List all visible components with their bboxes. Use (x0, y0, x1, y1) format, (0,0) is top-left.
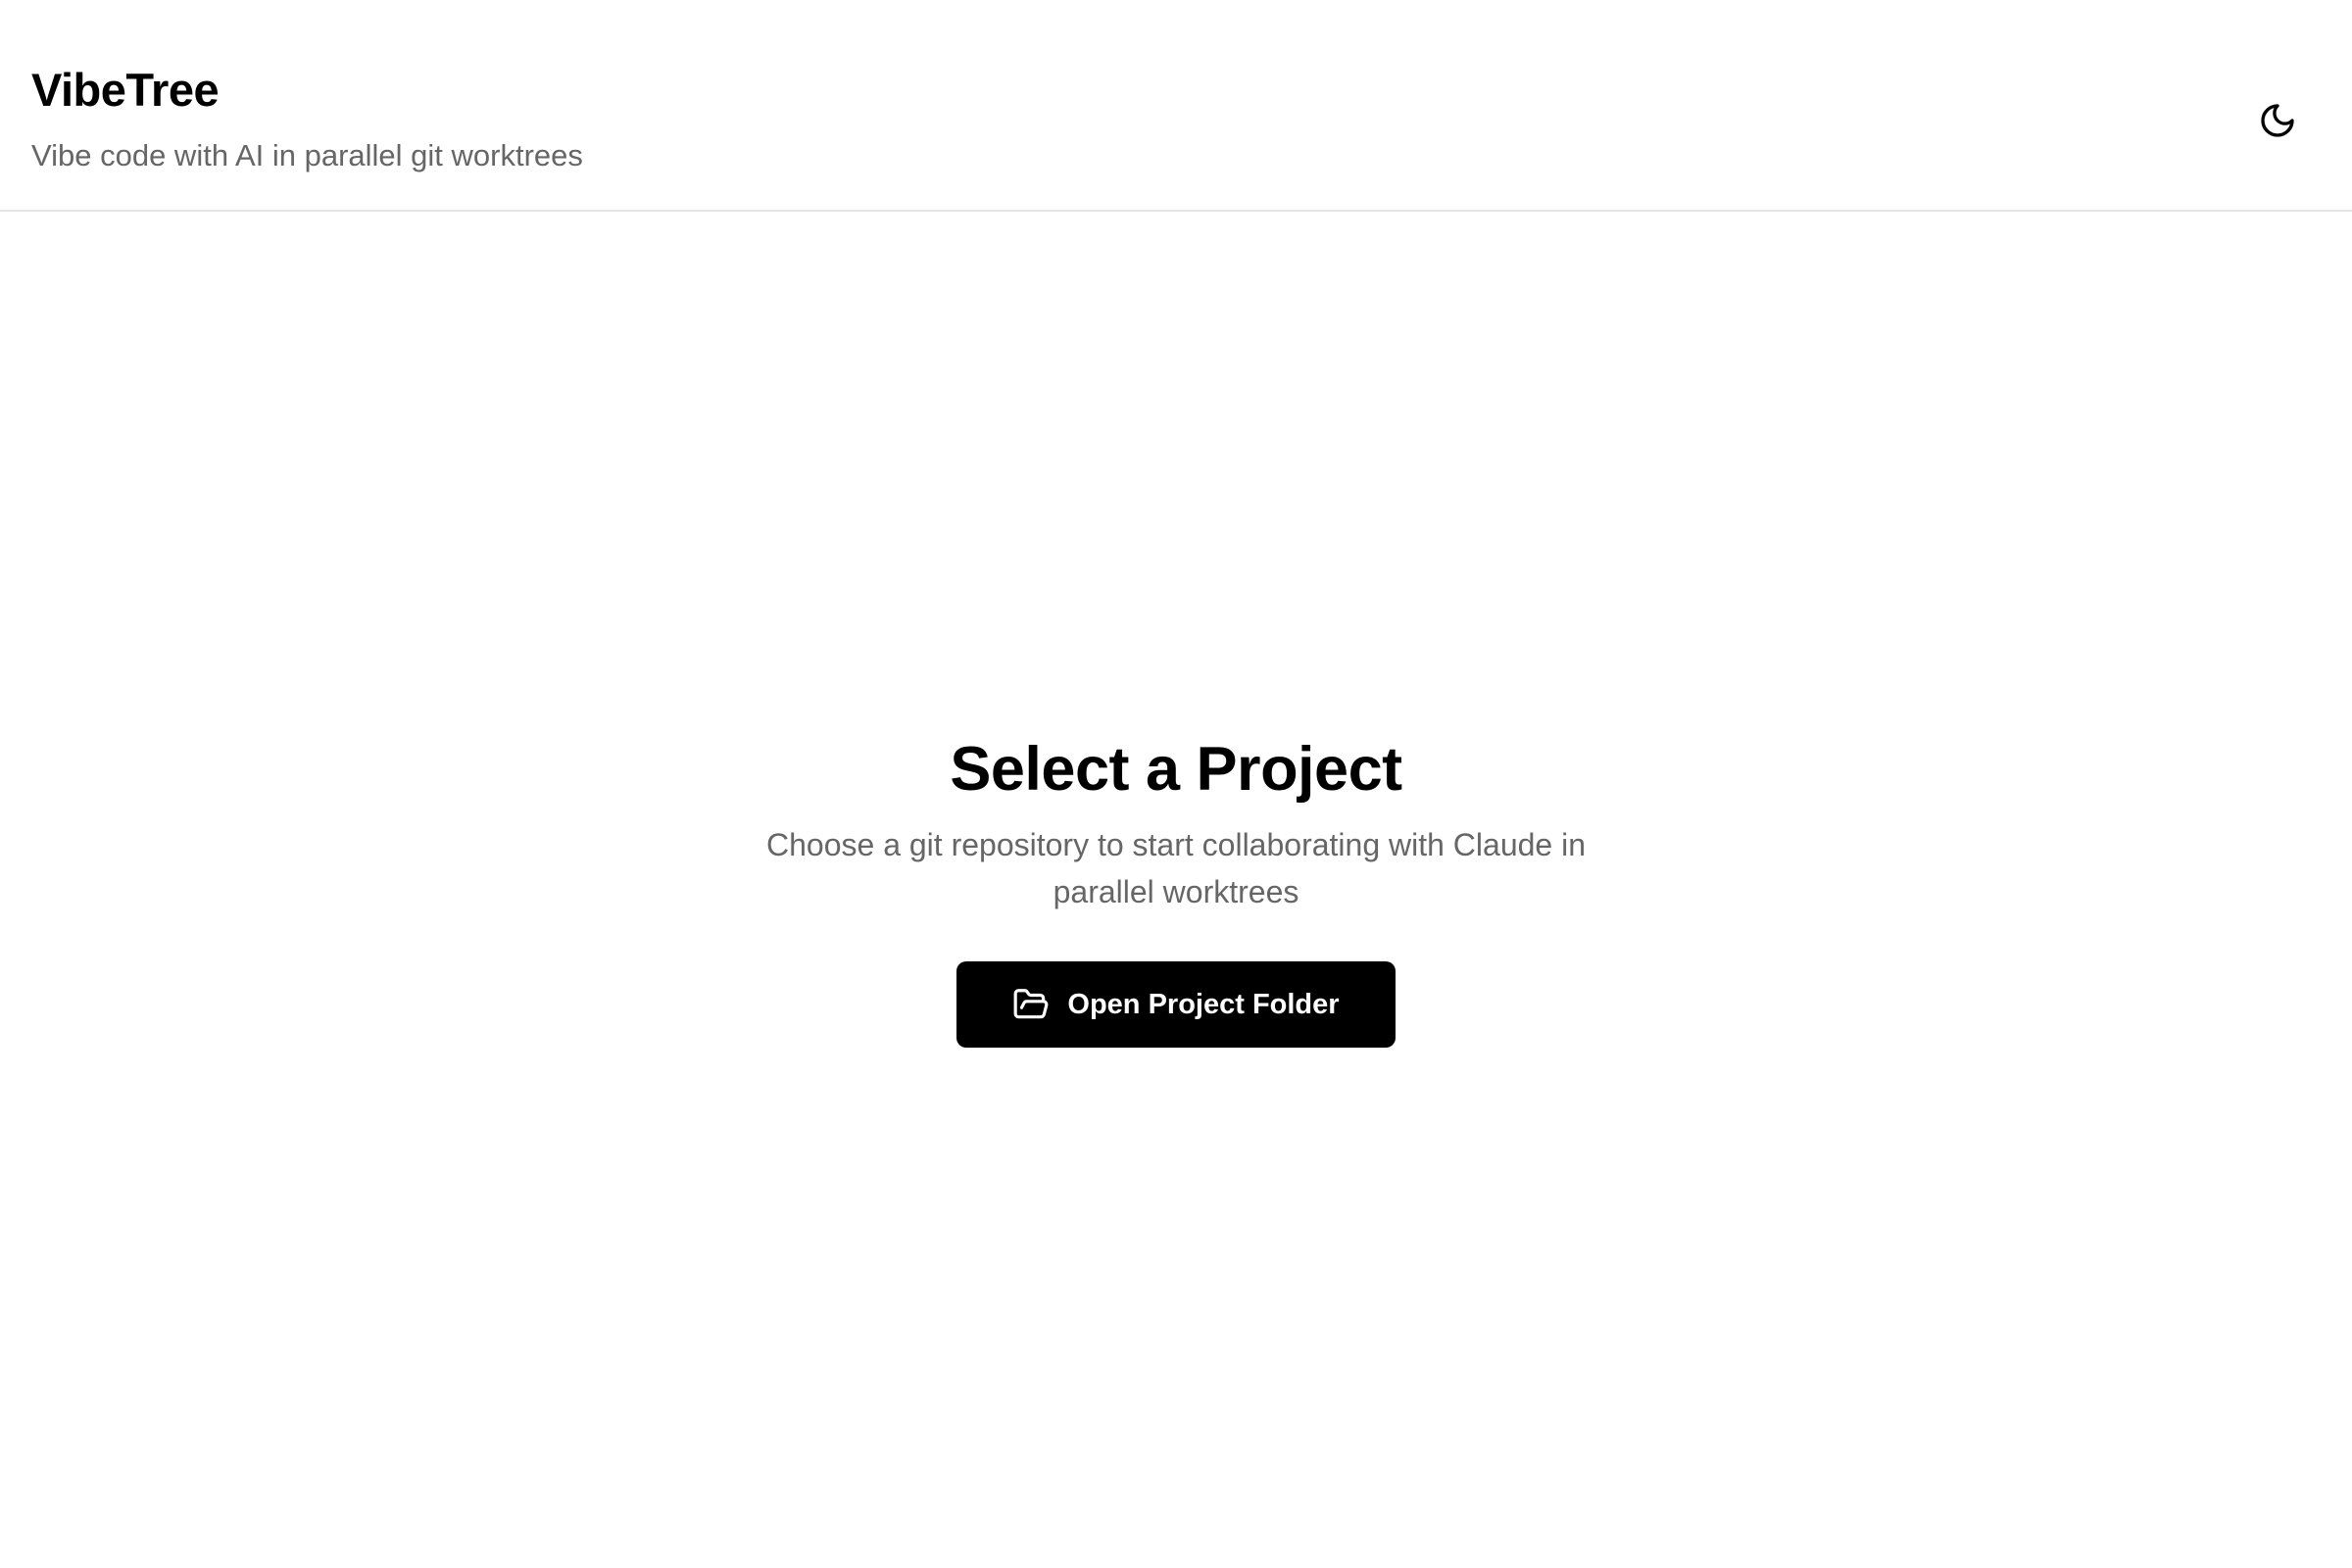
app-subtitle: Vibe code with AI in parallel git worktr… (31, 138, 583, 172)
open-project-folder-button[interactable]: Open Project Folder (956, 961, 1396, 1048)
theme-toggle-button[interactable] (2254, 98, 2301, 145)
page-title: Select a Project (950, 735, 1402, 804)
open-project-folder-label: Open Project Folder (1067, 988, 1340, 1020)
app-header: VibeTree Vibe code with AI in parallel g… (0, 0, 2352, 212)
app-root: VibeTree Vibe code with AI in parallel g… (0, 0, 2352, 1568)
folder-open-icon (1012, 986, 1050, 1023)
page-description: Choose a git repository to start collabo… (766, 827, 1586, 909)
moon-icon (2258, 101, 2297, 143)
app-title: VibeTree (31, 64, 220, 116)
